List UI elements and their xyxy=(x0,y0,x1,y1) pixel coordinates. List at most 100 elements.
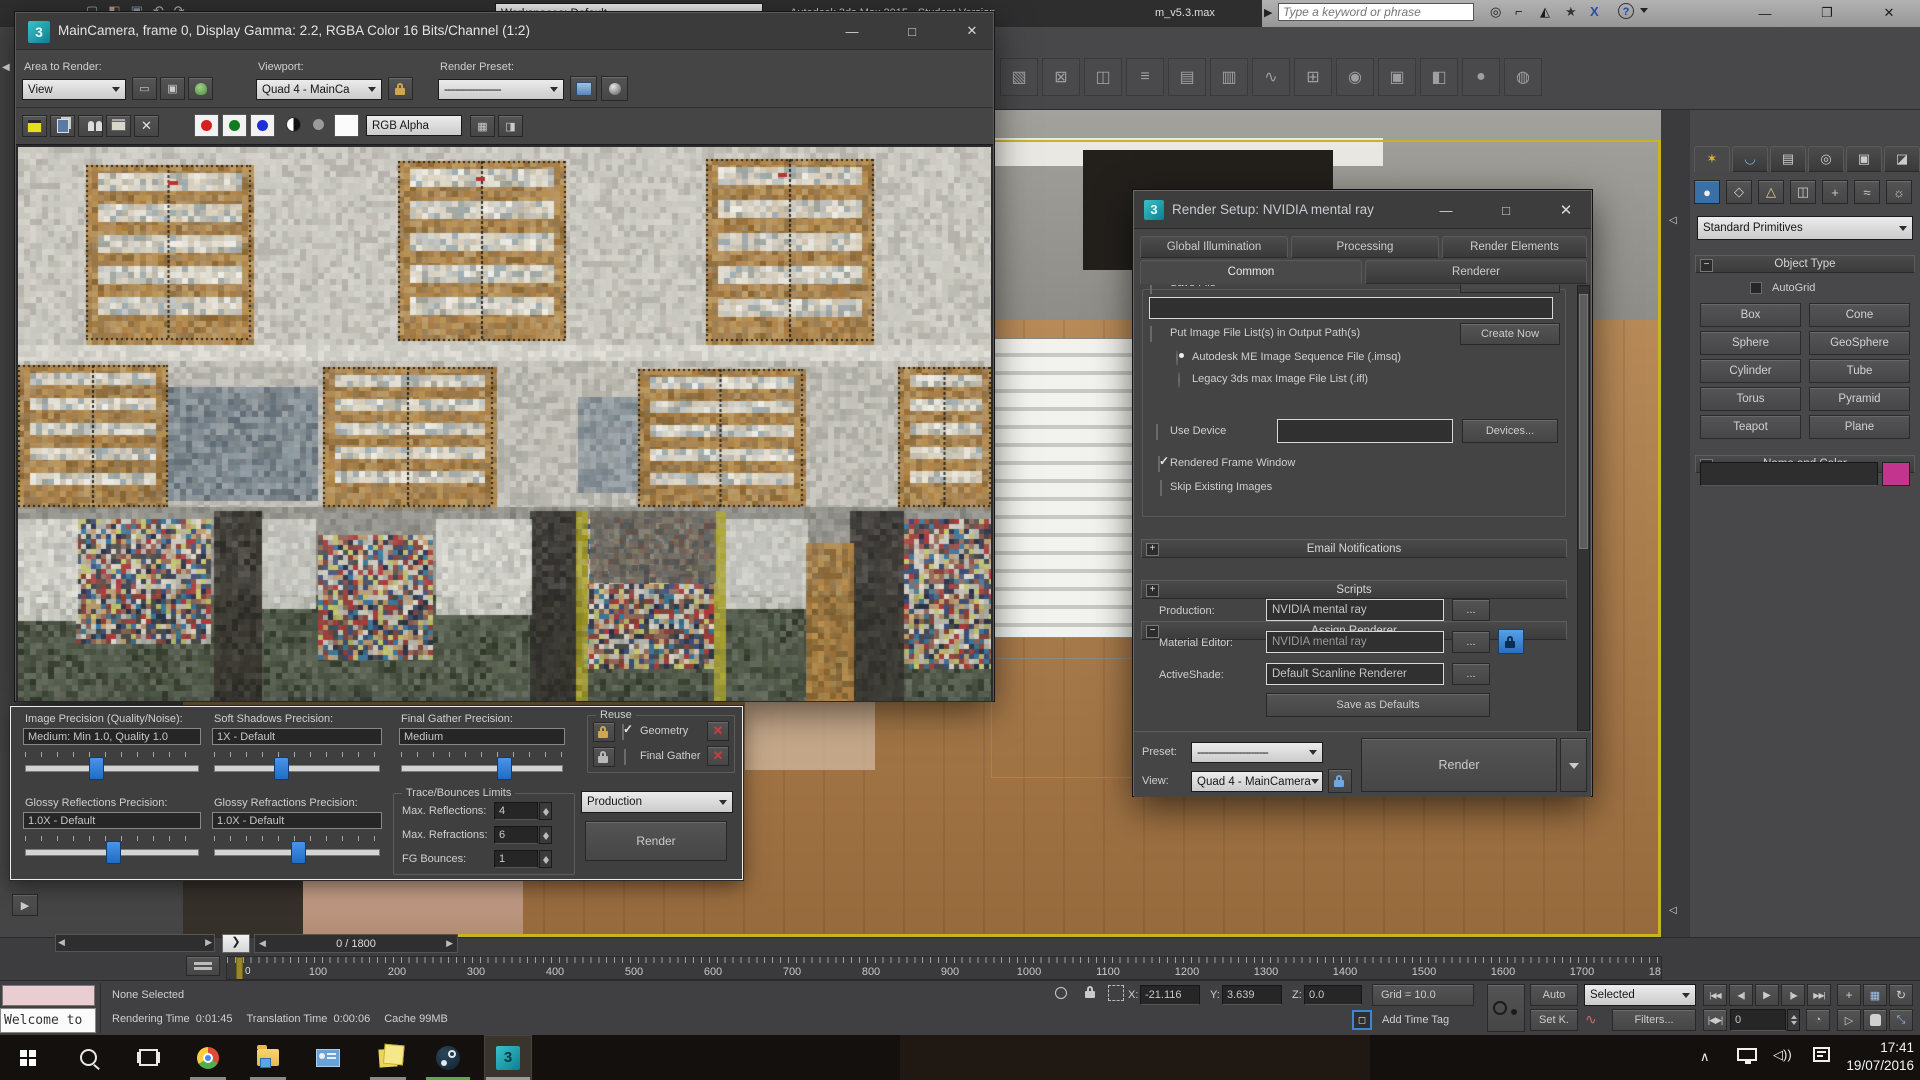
tab-hierarchy[interactable]: ▤ xyxy=(1770,146,1806,172)
left-dock-arrow-icon[interactable]: ◀ xyxy=(2,62,10,73)
task-view-button[interactable] xyxy=(124,1035,172,1080)
trace-row-field[interactable]: 1 xyxy=(494,850,538,868)
viewport-ghost-button[interactable] xyxy=(188,77,213,100)
object-type-button-pyramid[interactable]: Pyramid xyxy=(1809,387,1910,411)
clear-geometry-button[interactable]: ✕ xyxy=(707,721,729,741)
auto-region-button[interactable]: ▣ xyxy=(160,77,185,100)
dialog-minimize-button[interactable]: — xyxy=(1434,199,1458,221)
reuse-fg-checkbox[interactable] xyxy=(624,749,626,765)
copy-image-button[interactable] xyxy=(50,115,75,137)
maxscript-mini-listener-pink[interactable] xyxy=(2,985,95,1006)
expand-icon[interactable]: + xyxy=(1146,584,1159,597)
object-color-swatch[interactable] xyxy=(1882,462,1910,486)
object-type-button-plane[interactable]: Plane xyxy=(1809,415,1910,439)
subscription-key-icon[interactable]: ⌐ xyxy=(1515,4,1523,19)
curve-editor-icon[interactable]: ∿ xyxy=(1252,58,1290,96)
layer-display-button[interactable]: ▦ xyxy=(470,115,495,137)
device-field[interactable] xyxy=(1277,419,1453,443)
edit-region-button[interactable]: ▭ xyxy=(132,77,157,100)
red-channel-button[interactable] xyxy=(194,114,219,137)
set-key-filters-icon[interactable]: ∿ xyxy=(1585,1011,1597,1028)
reuse-geometry-lock-button[interactable] xyxy=(593,722,615,742)
clear-image-button[interactable]: ✕ xyxy=(134,115,159,137)
trace-row-spinner[interactable] xyxy=(539,802,552,820)
favorites-star-icon[interactable]: ★ xyxy=(1565,4,1577,20)
start-button[interactable] xyxy=(4,1035,52,1080)
create-lights-icon[interactable]: △ xyxy=(1758,180,1784,204)
frame-spinner[interactable] xyxy=(1787,1009,1800,1031)
dialog-scrollbar[interactable] xyxy=(1577,285,1590,731)
trace-row-spinner[interactable] xyxy=(539,826,552,844)
orbit-button[interactable]: ↻ xyxy=(1889,984,1913,1006)
mini-listener-expand-button[interactable]: ▶ xyxy=(12,894,38,916)
object-type-button-geosphere[interactable]: GeoSphere xyxy=(1809,331,1910,355)
slider-handle[interactable] xyxy=(291,841,306,864)
trace-row-field[interactable]: 6 xyxy=(494,826,538,844)
auto-key-button[interactable]: Auto xyxy=(1530,984,1578,1006)
save-image-button[interactable] xyxy=(22,115,47,137)
tab-render-elements[interactable]: Render Elements xyxy=(1442,236,1587,258)
use-device-checkbox[interactable] xyxy=(1156,424,1158,440)
slider-handle[interactable] xyxy=(106,841,121,864)
mr-slider-value-field[interactable]: 1.0X - Default xyxy=(212,812,382,829)
tab-modify[interactable]: ◡ xyxy=(1732,146,1768,172)
clear-fg-button[interactable]: ✕ xyxy=(707,746,729,766)
isolate-light-icon[interactable] xyxy=(1055,987,1067,999)
object-type-button-torus[interactable]: Torus xyxy=(1700,387,1801,411)
autogrid-checkbox[interactable] xyxy=(1750,282,1762,294)
tray-display-icon[interactable] xyxy=(1737,1048,1757,1061)
window-close-button[interactable]: ✕ xyxy=(1874,2,1904,24)
go-to-start-button[interactable]: |◀◀ xyxy=(1703,984,1727,1006)
previous-frame-icon[interactable]: ◀ xyxy=(255,938,270,949)
create-systems-icon[interactable]: ☼ xyxy=(1886,180,1912,204)
slider-handle[interactable] xyxy=(497,757,512,780)
pan-view-button[interactable] xyxy=(1863,1009,1887,1031)
material-editor-icon[interactable]: ◉ xyxy=(1336,58,1374,96)
rendered-frame-checkbox[interactable] xyxy=(1158,456,1160,472)
dialog-maximize-button[interactable]: □ xyxy=(1494,199,1518,221)
object-type-button-cylinder[interactable]: Cylinder xyxy=(1700,359,1801,383)
viewport-dropdown[interactable]: Quad 4 - MainCa xyxy=(256,79,382,100)
action-center-icon[interactable] xyxy=(1813,1047,1830,1062)
zoom-extents-button[interactable]: ▷ xyxy=(1837,1009,1861,1031)
material-lock-button[interactable] xyxy=(1498,629,1524,654)
rfw-minimize-button[interactable]: — xyxy=(839,19,865,43)
save-file-checkbox[interactable] xyxy=(1150,285,1152,294)
go-to-end-button[interactable]: ▶▶| xyxy=(1807,984,1831,1006)
filters-button[interactable]: Filters... xyxy=(1612,1009,1696,1031)
taskbar-search-button[interactable] xyxy=(64,1035,112,1080)
tray-chevron-icon[interactable]: ∧ xyxy=(1700,1049,1710,1065)
taskbar-stickynotes-button[interactable] xyxy=(364,1035,412,1080)
add-time-tag[interactable]: Add Time Tag xyxy=(1382,1014,1449,1026)
listener-scrollbar[interactable]: ◀ ▶ xyxy=(55,934,215,952)
collapse-icon[interactable]: − xyxy=(1700,259,1713,272)
create-spacewarps-icon[interactable]: ≈ xyxy=(1854,180,1880,204)
trace-row-field[interactable]: 4 xyxy=(494,802,538,820)
slider-handle[interactable] xyxy=(89,757,104,780)
output-path-field[interactable] xyxy=(1149,297,1553,319)
key-mode-toggle[interactable]: |◀▶| xyxy=(1703,1009,1727,1031)
create-geometry-icon[interactable]: ● xyxy=(1694,180,1720,204)
slider-track[interactable] xyxy=(25,765,199,772)
view-lock-button[interactable] xyxy=(1328,769,1352,793)
taskbar-chrome-button[interactable] xyxy=(184,1035,232,1080)
expand-icon[interactable]: + xyxy=(1146,543,1159,556)
time-slider[interactable]: ◀ 0 / 1800 ▶ xyxy=(254,934,458,953)
object-type-button-sphere[interactable]: Sphere xyxy=(1700,331,1801,355)
clone-window-button[interactable] xyxy=(78,115,103,137)
dialog-titlebar[interactable]: 3 Render Setup: NVIDIA mental ray — □ ✕ xyxy=(1134,191,1591,229)
taskbar-people-button[interactable] xyxy=(304,1035,352,1080)
help-icon[interactable]: ? xyxy=(1618,3,1634,19)
object-type-button-box[interactable]: Box xyxy=(1700,303,1801,327)
communication-center-icon[interactable]: ◭ xyxy=(1540,4,1550,20)
save-as-defaults-button[interactable]: Save as Defaults xyxy=(1266,693,1490,717)
mr-slider-value-field[interactable]: 1X - Default xyxy=(212,728,382,745)
render-preset-dropdown[interactable]: -------------------- xyxy=(438,79,564,100)
skip-existing-checkbox[interactable] xyxy=(1160,480,1162,496)
layer-explorer-icon[interactable]: ▤ xyxy=(1168,58,1206,96)
split-compare-button[interactable]: ◨ xyxy=(498,115,523,137)
next-frame-button[interactable]: ||▶ xyxy=(1781,984,1805,1006)
material-browse-button[interactable]: ... xyxy=(1452,631,1490,653)
taskbar-explorer-button[interactable] xyxy=(244,1035,292,1080)
activeshade-browse-button[interactable]: ... xyxy=(1452,663,1490,685)
